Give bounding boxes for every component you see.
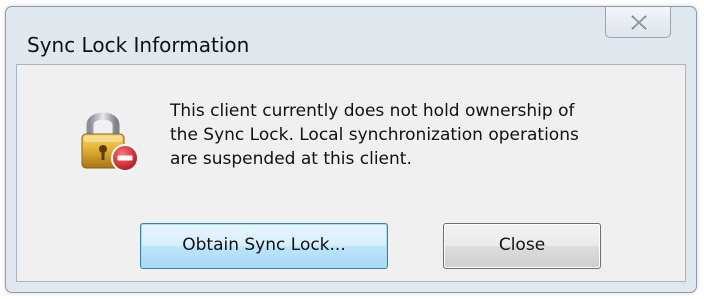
message-line: This client currently does not hold owne… [170,101,575,121]
padlock-icon [81,112,139,172]
message-line: are suspended at this client. [170,149,412,169]
close-button[interactable]: Close [443,223,601,269]
no-entry-badge-icon [111,144,139,172]
message-line: the Sync Lock. Local synchronization ope… [170,125,579,145]
window-close-button[interactable] [605,7,671,38]
close-x-icon [631,15,647,30]
message-text: This client currently does not hold owne… [170,99,660,171]
dialog-window: Sync Lock Information This client curren… [5,6,697,293]
dialog-content: This client currently does not hold owne… [16,64,686,282]
obtain-sync-lock-button[interactable]: Obtain Sync Lock... [140,223,388,269]
window-title: Sync Lock Information [27,33,250,57]
title-bar[interactable]: Sync Lock Information [6,7,696,63]
